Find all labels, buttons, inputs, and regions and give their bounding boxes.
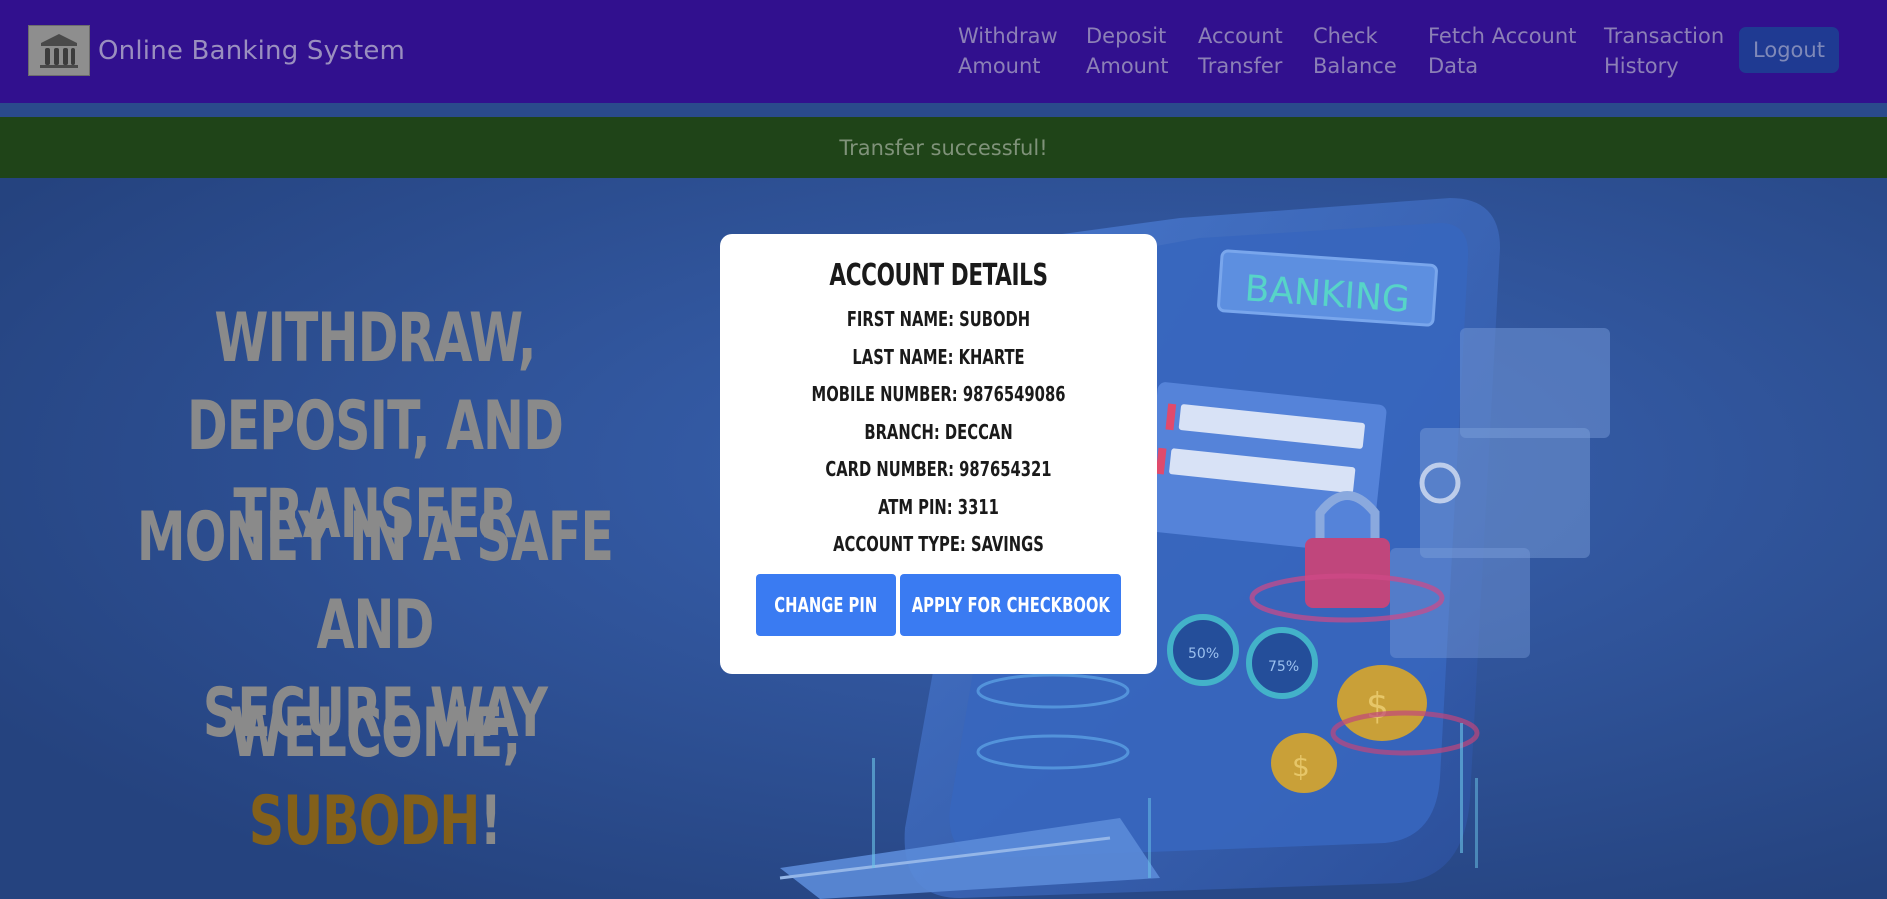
first-name-field: First Name: SUBODH <box>846 307 1031 331</box>
branch-field: Branch: DECCAN <box>864 419 1013 444</box>
svg-text:50%: 50% <box>1188 646 1219 662</box>
nav-label: Account <box>1198 24 1283 48</box>
nav-label: History <box>1604 54 1679 78</box>
modal-title: Account Details <box>829 258 1048 293</box>
nav-label: Data <box>1428 54 1479 78</box>
hero-text: Withdraw, Deposit, and <box>186 299 564 466</box>
nav-label: Deposit <box>1086 24 1167 48</box>
nav-label: Withdraw <box>958 24 1058 48</box>
card-number-field: Card Number: 987654321 <box>825 457 1052 481</box>
alert-message: Transfer successful! <box>839 135 1048 160</box>
welcome-heading: Welcome, SUBODH! <box>123 690 627 866</box>
nav-label: Transaction <box>1604 24 1725 48</box>
nav-account-transfer[interactable]: Account Transfer <box>1198 21 1283 81</box>
account-details-modal: Account Details First Name: SUBODH Last … <box>720 234 1157 674</box>
welcome-username: SUBODH <box>248 782 480 861</box>
nav-label: Check <box>1313 24 1378 48</box>
logout-button[interactable]: Logout <box>1739 27 1839 73</box>
success-alert: Transfer successful! <box>0 117 1887 178</box>
nav-label: Amount <box>958 54 1041 78</box>
hero-text: Money in a Safe and <box>136 498 614 665</box>
button-label: Apply for Checkbook <box>911 593 1110 617</box>
svg-text:$: $ <box>1292 750 1310 783</box>
button-label: Change PIN <box>774 593 878 617</box>
nav-label: Balance <box>1313 54 1397 78</box>
nav-label: Transfer <box>1198 54 1283 78</box>
brand[interactable]: Online Banking System <box>28 25 405 76</box>
svg-text:75%: 75% <box>1268 659 1299 675</box>
nav-deposit-amount[interactable]: Deposit Amount <box>1086 21 1169 81</box>
nav-label: Amount <box>1086 54 1169 78</box>
nav-withdraw-amount[interactable]: Withdraw Amount <box>958 21 1058 81</box>
nav-transaction-history[interactable]: Transaction History <box>1604 21 1724 81</box>
welcome-suffix: ! <box>479 782 502 861</box>
apply-checkbook-button[interactable]: Apply for Checkbook <box>900 574 1121 636</box>
welcome-prefix: Welcome, <box>229 694 521 773</box>
nav-check-balance[interactable]: Check Balance <box>1313 21 1397 81</box>
atm-pin-field: ATM PIN: 3311 <box>878 494 999 519</box>
change-pin-button[interactable]: Change PIN <box>756 574 896 636</box>
brand-name: Online Banking System <box>98 35 406 66</box>
nav-fetch-account-data[interactable]: Fetch Account Data <box>1428 21 1576 81</box>
mobile-number-field: Mobile Number: 9876549086 <box>811 382 1066 406</box>
nav-label: Fetch Account <box>1428 24 1577 48</box>
account-type-field: Account Type: SAVINGS <box>833 532 1044 556</box>
navbar: Online Banking System Withdraw Amount De… <box>0 0 1887 103</box>
last-name-field: Last Name: KHARTE <box>852 344 1025 369</box>
bank-logo-icon <box>28 25 90 76</box>
svg-text:$: $ <box>1366 686 1389 727</box>
